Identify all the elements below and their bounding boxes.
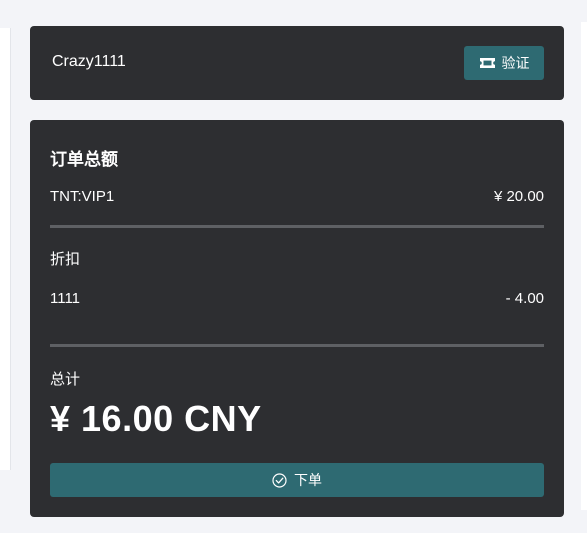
discount-label: 折扣: [50, 251, 81, 268]
line-item-name: TNT:VIP1: [50, 188, 115, 205]
divider: [50, 225, 544, 228]
divider: [50, 344, 544, 347]
ticket-icon: [479, 58, 495, 68]
coupon-card: Crazy1111 验证: [30, 26, 564, 100]
discount-row: 1111 - 4.00: [50, 290, 544, 307]
line-item-price: ¥ 20.00: [493, 188, 544, 205]
place-order-button[interactable]: 下单: [50, 463, 544, 497]
order-summary-card: 订单总额 TNT:VIP1 ¥ 20.00 折扣 1111 - 4.00 总计 …: [30, 120, 564, 517]
place-order-label: 下单: [294, 472, 322, 488]
scrollbar-track: [581, 22, 587, 510]
total-amount: ¥ 16.00 CNY: [50, 398, 262, 439]
total-label: 总计: [50, 371, 81, 388]
discount-code: 1111: [50, 290, 81, 307]
left-panel-edge: [0, 28, 11, 470]
coupon-code-text: Crazy1111: [52, 53, 126, 70]
verify-button[interactable]: 验证: [464, 46, 544, 80]
check-circle-icon: [272, 472, 287, 488]
order-summary-title: 订单总额: [50, 150, 118, 169]
line-item-row: TNT:VIP1 ¥ 20.00: [50, 188, 544, 205]
verify-button-label: 验证: [501, 55, 530, 71]
discount-amount: - 4.00: [505, 290, 544, 307]
